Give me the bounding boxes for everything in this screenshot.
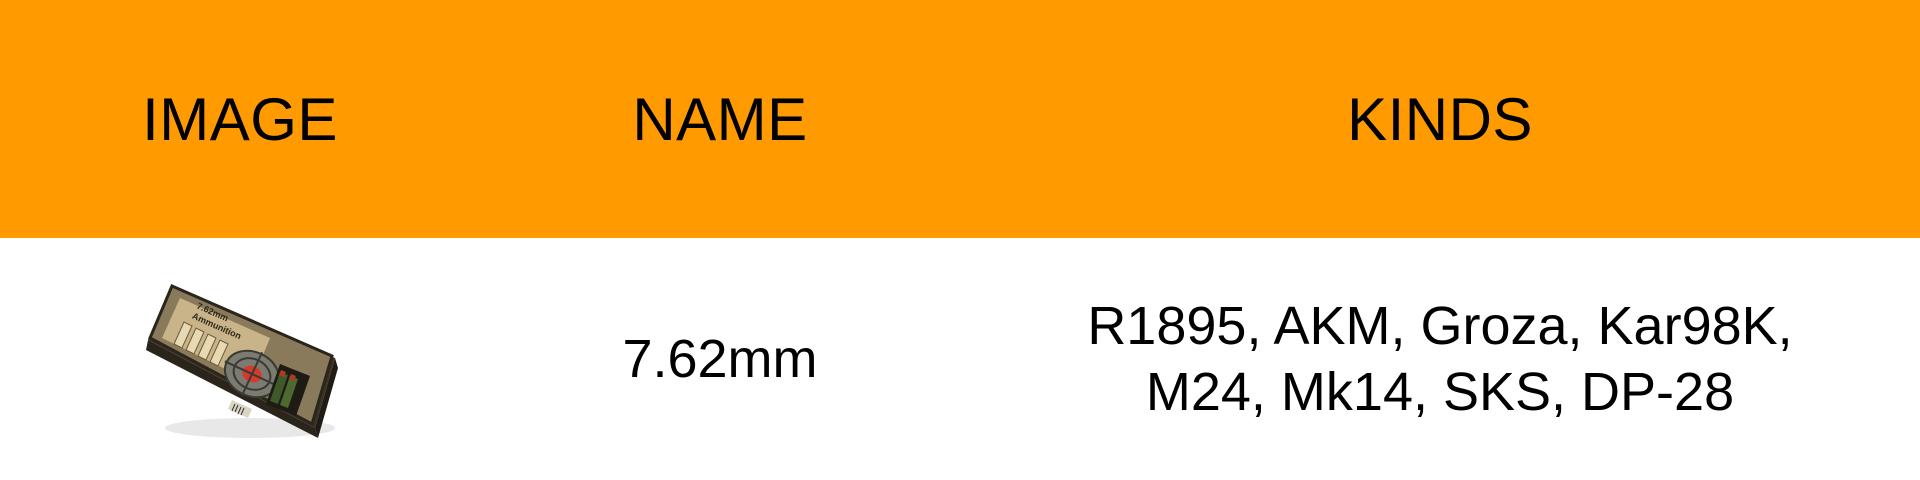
column-header-name: NAME xyxy=(632,85,808,153)
ammo-box-icon: 7.62mm Ammunition xyxy=(146,284,338,438)
column-header-kinds: KINDS xyxy=(1347,85,1533,153)
column-header-image: IMAGE xyxy=(142,85,338,153)
kinds-cell: R1895, AKM, Groza, Kar98K, M24, Mk14, SK… xyxy=(960,238,1920,480)
table-header-row: IMAGE NAME KINDS xyxy=(0,0,1920,238)
kinds-text: R1895, AKM, Groza, Kar98K, M24, Mk14, SK… xyxy=(1087,296,1793,422)
table-row: 7.62mm Ammunition 7.62mm R1895, AKM, Gro… xyxy=(0,238,1920,480)
image-cell: 7.62mm Ammunition xyxy=(0,238,480,480)
name-cell: 7.62mm xyxy=(622,329,818,389)
ammo-table: IMAGE NAME KINDS 7.62mm Ammunition 7.62m… xyxy=(0,0,1920,480)
